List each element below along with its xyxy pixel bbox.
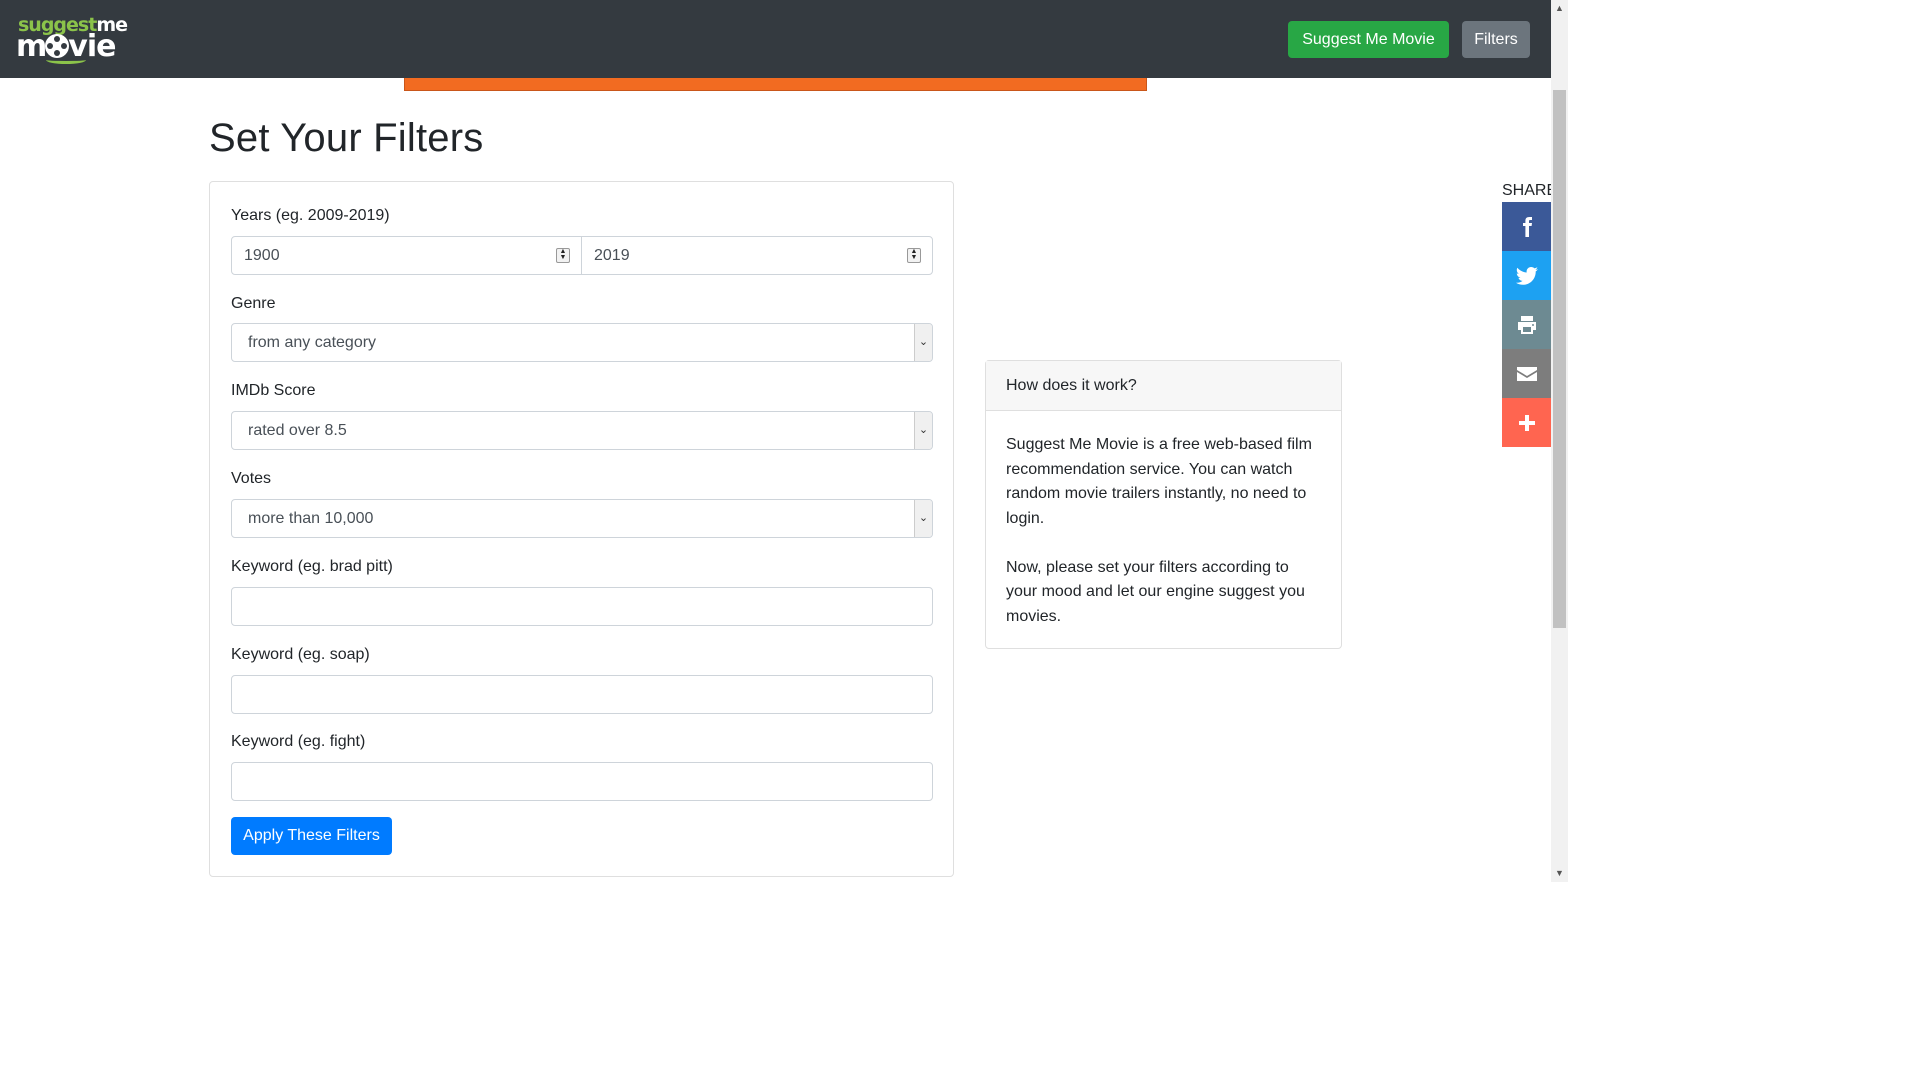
email-icon <box>1516 366 1537 381</box>
vertical-scrollbar[interactable]: ▲ ▼ <box>1551 0 1568 882</box>
year-to-input[interactable]: 2019 ▲ ▼ <box>581 236 933 275</box>
apply-filters-button[interactable]: Apply These Filters <box>231 817 392 855</box>
scroll-down-arrow-icon[interactable]: ▼ <box>1551 865 1568 882</box>
votes-label: Votes <box>231 470 272 487</box>
share-print-button[interactable] <box>1502 300 1551 349</box>
info-paragraph-2: Now, please set your filters according t… <box>1006 558 1305 625</box>
keyword3-label: Keyword (eg. fight) <box>231 733 366 750</box>
logo-bottom-left: m <box>16 29 47 64</box>
genre-select[interactable]: from any category ⌄ <box>231 323 933 362</box>
keyword2-input[interactable] <box>231 675 933 714</box>
genre-selected-value: from any category <box>248 334 377 351</box>
years-label: Years (eg. 2009-2019) <box>231 207 390 224</box>
orange-banner <box>404 78 1147 91</box>
year-to-spinner-icon[interactable]: ▲ ▼ <box>907 248 921 263</box>
year-to-value: 2019 <box>594 247 630 264</box>
year-from-spinner-icon[interactable]: ▲ ▼ <box>556 248 570 263</box>
suggest-me-movie-button[interactable]: Suggest Me Movie <box>1288 21 1449 58</box>
navbar: suggestme m vie Suggest Me Movie Filters <box>0 0 1551 78</box>
how-it-works-body: Suggest Me Movie is a free web-based fil… <box>986 411 1341 651</box>
years-input-group: 1900 ▲ ▼ 2019 ▲ ▼ <box>210 236 953 275</box>
imdb-selected-value: rated over 8.5 <box>248 422 347 439</box>
chevron-down-icon: ⌄ <box>914 324 932 361</box>
scrollbar-thumb[interactable] <box>1553 90 1566 628</box>
votes-selected-value: more than 10,000 <box>248 510 374 527</box>
share-twitter-button[interactable] <box>1502 251 1551 300</box>
plus-icon <box>1518 414 1535 431</box>
imdb-score-label: IMDb Score <box>231 382 316 399</box>
keyword1-label: Keyword (eg. brad pitt) <box>231 558 393 575</box>
twitter-icon <box>1515 266 1538 285</box>
print-icon <box>1517 315 1536 334</box>
share-more-button[interactable] <box>1502 398 1551 447</box>
keyword1-input[interactable] <box>231 587 933 626</box>
suggestmemovie-logo[interactable]: suggestme m vie <box>16 14 128 66</box>
chevron-down-icon: ⌄ <box>914 412 932 449</box>
scroll-up-arrow-icon[interactable]: ▲ <box>1551 0 1568 17</box>
keyword3-input[interactable] <box>231 762 933 801</box>
genre-label: Genre <box>231 295 276 312</box>
how-it-works-card: How does it work? Suggest Me Movie is a … <box>985 360 1342 649</box>
filter-form-card: Years (eg. 2009-2019) 1900 ▲ ▼ 2019 ▲ ▼ Ge… <box>209 181 954 877</box>
keyword2-label: Keyword (eg. soap) <box>231 646 370 663</box>
info-paragraph-1: Suggest Me Movie is a free web-based fil… <box>1006 436 1312 527</box>
share-email-button[interactable] <box>1502 349 1551 398</box>
imdb-score-select[interactable]: rated over 8.5 ⌄ <box>231 411 933 450</box>
year-from-value: 1900 <box>244 247 280 264</box>
facebook-icon <box>1522 216 1532 237</box>
film-reel-icon <box>45 34 70 58</box>
share-label: SHARE <box>1502 182 1558 199</box>
logo-swoosh <box>46 56 86 64</box>
how-it-works-heading: How does it work? <box>986 361 1341 411</box>
chevron-down-icon: ⌄ <box>914 500 932 537</box>
share-facebook-button[interactable] <box>1502 202 1551 251</box>
votes-select[interactable]: more than 10,000 ⌄ <box>231 499 933 538</box>
year-from-input[interactable]: 1900 ▲ ▼ <box>231 236 582 275</box>
page-title: Set Your Filters <box>209 116 484 160</box>
filters-button[interactable]: Filters <box>1462 21 1530 58</box>
